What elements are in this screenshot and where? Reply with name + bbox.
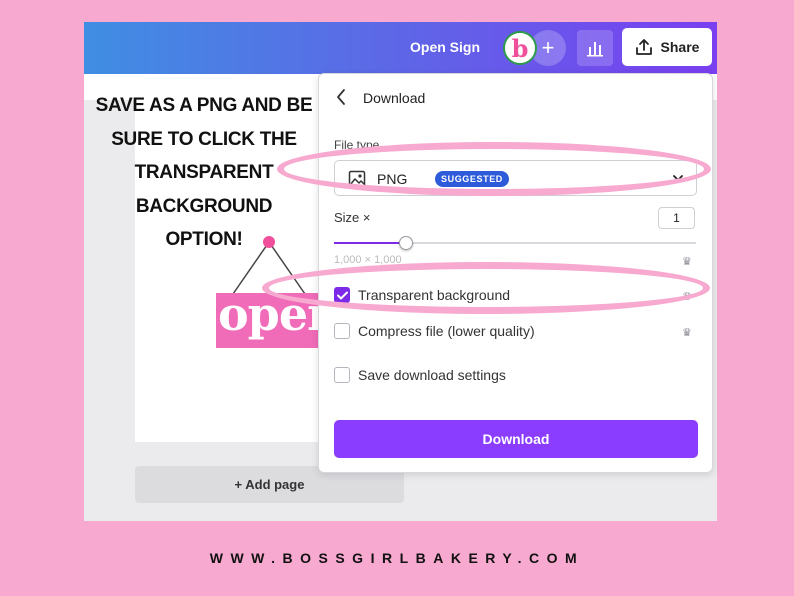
document-title[interactable]: Open Sign: [410, 39, 480, 55]
highlight-oval-file-type: [277, 142, 711, 196]
bar-chart-icon: [587, 42, 603, 57]
save-settings-checkbox[interactable]: [334, 367, 350, 383]
size-input[interactable]: 1: [658, 207, 695, 229]
compress-file-checkbox[interactable]: [334, 323, 350, 339]
share-label: Share: [660, 39, 700, 55]
add-page-label: + Add page: [234, 477, 305, 492]
share-button[interactable]: Share: [622, 28, 712, 66]
top-bar: Open Sign + b Share: [84, 22, 717, 74]
plus-icon: +: [541, 35, 555, 60]
avatar-letter: b: [511, 33, 529, 63]
crown-icon: ♛: [682, 327, 692, 339]
footer-url: WWW.BOSSGIRLBAKERY.COM: [209, 550, 585, 566]
back-button[interactable]: [335, 88, 347, 111]
highlight-oval-transparent: [262, 262, 710, 314]
avatar[interactable]: b: [503, 31, 537, 65]
download-button[interactable]: Download: [334, 420, 698, 458]
size-slider-fill: [334, 242, 407, 244]
instruction-line: SAVE AS A PNG AND BE: [95, 95, 313, 116]
size-label: Size ×: [334, 210, 371, 225]
instruction-line: OPTION!: [165, 229, 243, 250]
insights-button[interactable]: [577, 30, 613, 66]
share-upload-icon: [635, 39, 652, 55]
crown-icon: ♛: [682, 256, 692, 268]
download-button-label: Download: [482, 431, 550, 447]
save-settings-label: Save download settings: [358, 367, 506, 383]
chevron-left-icon: [337, 89, 345, 105]
size-slider[interactable]: [334, 236, 696, 250]
size-slider-thumb[interactable]: [399, 236, 414, 250]
instruction-line: BACKGROUND: [135, 195, 273, 217]
instruction-line: SURE TO CLICK THE: [111, 128, 297, 150]
compress-file-label: Compress file (lower quality): [358, 323, 535, 339]
save-settings-option[interactable]: Save download settings: [334, 367, 506, 383]
panel-title: Download: [363, 90, 426, 106]
compress-file-option[interactable]: Compress file (lower quality): [334, 323, 535, 339]
